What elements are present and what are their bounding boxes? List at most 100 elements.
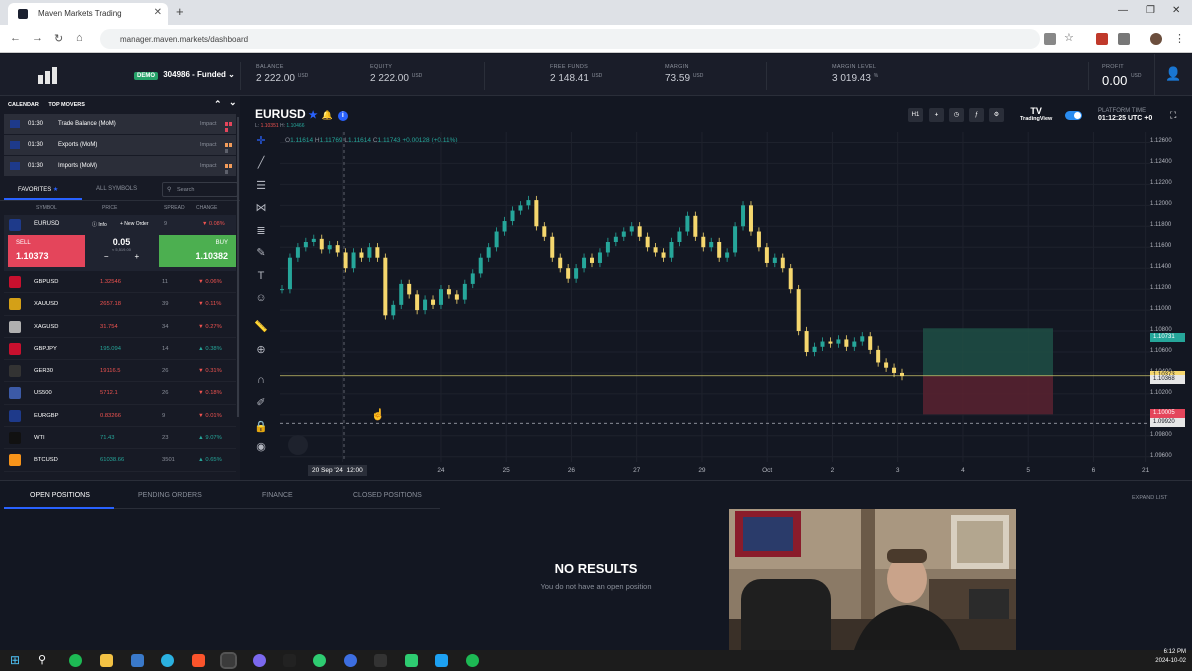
zoom-in-icon[interactable]: ⊕: [254, 343, 268, 357]
windows-start-icon[interactable]: ⊞: [10, 654, 23, 667]
tab-favorites[interactable]: FAVORITES ★: [4, 179, 82, 200]
timeframe-button[interactable]: H1: [908, 108, 923, 122]
price-chart-plot[interactable]: [280, 132, 1150, 462]
magnet-icon[interactable]: ∩: [254, 373, 268, 387]
browser-tab[interactable]: Maven Markets Trading ✕: [8, 3, 168, 25]
symbol-row[interactable]: EURGBP 0.83266 9 ▼ 0.01%: [4, 405, 236, 428]
terminal-icon[interactable]: [374, 654, 387, 667]
tradingview-app-icon[interactable]: [283, 654, 296, 667]
symbol-row[interactable]: GBPUSD 1.32546 11 ▼ 0.06%: [4, 271, 236, 294]
bookmark-star-icon[interactable]: ☆: [1064, 31, 1074, 44]
info-button[interactable]: ⓘ Info: [92, 221, 107, 228]
fullscreen-icon[interactable]: ⛶: [1170, 110, 1176, 121]
symbol-row[interactable]: WTI 71.43 23 ▲ 9.07%: [4, 427, 236, 450]
calculator-icon[interactable]: [131, 654, 144, 667]
left-panel-scrollbar[interactable]: [237, 117, 239, 417]
tab-open-positions[interactable]: OPEN POSITIONS: [30, 492, 90, 499]
time-axis[interactable]: 20 Sep '24 12:00 24 25 26 27 29 Oct 2 3 4 5 6 21: [280, 462, 1150, 480]
symbol-row[interactable]: GER30 19116.5 26 ▼ 0.31%: [4, 360, 236, 383]
edge-icon[interactable]: [161, 654, 174, 667]
horizontal-lines-icon[interactable]: ☰: [254, 179, 268, 193]
selected-symbol-row[interactable]: EURUSD ⓘ Info + New Order 9 ▼ 0.08% SELL…: [4, 215, 236, 271]
favorite-star-icon[interactable]: ★: [309, 110, 318, 121]
pitchfork-icon[interactable]: ⋈: [254, 201, 268, 215]
file-explorer-icon[interactable]: [100, 654, 113, 667]
expand-list-button[interactable]: EXPAND LIST: [1132, 495, 1167, 501]
symbol-row[interactable]: US500 5712.1 26 ▼ 0.18%: [4, 382, 236, 405]
news-row[interactable]: 01:30 Trade Balance (MoM) Impact: [4, 114, 236, 135]
alert-icon[interactable]: ◷: [949, 108, 964, 122]
tab-all-symbols[interactable]: ALL SYMBOLS: [96, 186, 137, 192]
info-icon[interactable]: i: [337, 111, 348, 121]
forward-icon[interactable]: →: [32, 32, 43, 44]
price-axis[interactable]: 1.12600 1.12400 1.12200 1.12000 1.11800 1.116…: [1150, 132, 1192, 462]
symbol-row[interactable]: XAGUSD 31.754 34 ▼ 0.27%: [4, 316, 236, 338]
maximize-icon[interactable]: ❐: [1146, 5, 1155, 16]
back-icon[interactable]: ←: [10, 32, 21, 44]
minimize-icon[interactable]: —: [1118, 5, 1128, 16]
tab-top-movers[interactable]: TOP MOVERS: [48, 102, 84, 108]
trendline-icon[interactable]: ╱: [254, 156, 268, 170]
search-icon[interactable]: ⚲: [38, 654, 51, 667]
stop-loss-zone[interactable]: [923, 375, 1053, 415]
spotify2-icon[interactable]: [466, 654, 479, 667]
tradingview-toggle[interactable]: [1065, 111, 1082, 120]
symbol-row[interactable]: BTCUSD 61038.66 3501 ▲ 0.65%: [4, 449, 236, 472]
decrease-lot-button[interactable]: −: [104, 252, 109, 261]
new-order-button[interactable]: + New Order: [120, 221, 148, 227]
alert-bell-icon[interactable]: 🔔: [322, 110, 333, 120]
buy-button[interactable]: BUY 1.10382: [159, 235, 236, 267]
text-tool-icon[interactable]: T: [254, 269, 268, 283]
sell-button[interactable]: SELL 1.10373: [8, 235, 85, 267]
tab-pending-orders[interactable]: PENDING ORDERS: [138, 492, 202, 499]
home-icon[interactable]: ⌂: [76, 32, 83, 44]
spotify-icon[interactable]: [69, 654, 82, 667]
extensions-puzzle-icon[interactable]: [1118, 33, 1130, 45]
crosshair-icon[interactable]: ✛: [254, 134, 268, 148]
signal-icon[interactable]: [344, 654, 357, 667]
news-row[interactable]: 01:30 Imports (MoM) Impact: [4, 156, 236, 177]
lock-icon[interactable]: 🔒: [254, 420, 268, 434]
symbol-change: ▲ 0.65%: [198, 457, 222, 464]
account-selector[interactable]: DEMO 304986 - Funded ⌄: [134, 70, 235, 80]
fib-retracement-icon[interactable]: ≣: [254, 224, 268, 238]
brush-icon[interactable]: ✎: [254, 246, 268, 260]
app2-icon[interactable]: [405, 654, 418, 667]
ruler-icon[interactable]: 📏: [254, 320, 268, 334]
close-window-icon[interactable]: ✕: [1172, 5, 1180, 16]
messenger-icon[interactable]: [253, 654, 266, 667]
browser-menu-icon[interactable]: ⋮: [1174, 32, 1185, 45]
reload-icon[interactable]: ↻: [54, 32, 63, 45]
new-tab-button[interactable]: +: [176, 4, 184, 19]
symbol-row[interactable]: GBPJPY 195.094 14 ▲ 0.38%: [4, 338, 236, 361]
url-field[interactable]: manager.maven.markets/dashboard: [100, 29, 1040, 49]
chrome-icon[interactable]: [220, 652, 237, 669]
lot-size-stepper[interactable]: 0.05 ≈ 5,519.00 − +: [94, 237, 149, 261]
eye-icon[interactable]: ◉: [254, 440, 268, 454]
skype-icon[interactable]: [435, 654, 448, 667]
candles-icon[interactable]: ᚐ: [929, 108, 944, 122]
install-app-icon[interactable]: [1044, 33, 1056, 45]
pencil-lock-icon[interactable]: ✐: [254, 396, 268, 410]
indicators-icon[interactable]: ƒ: [969, 108, 984, 122]
tab-finance[interactable]: FINANCE: [262, 492, 293, 499]
extension-icon[interactable]: [1096, 33, 1108, 45]
app-icon[interactable]: [313, 654, 326, 667]
symbol-row[interactable]: XAUUSD 2657.18 39 ▼ 0.11%: [4, 293, 236, 316]
taskbar-clock[interactable]: 6:12 PM 2024-10-02: [1146, 648, 1186, 666]
chevron-up-icon[interactable]: ⌃: [214, 99, 222, 110]
news-row[interactable]: 01:30 Exports (MoM) Impact: [4, 135, 236, 156]
brave-icon[interactable]: [192, 654, 205, 667]
chevron-down-icon[interactable]: ⌄: [229, 97, 237, 108]
emoji-icon[interactable]: ☺: [254, 291, 268, 305]
increase-lot-button[interactable]: +: [135, 252, 140, 261]
close-tab-icon[interactable]: ✕: [154, 7, 162, 18]
user-profile-icon[interactable]: 👤: [1154, 54, 1192, 96]
settings-gear-icon[interactable]: ⚙: [989, 108, 1004, 122]
take-profit-zone[interactable]: [923, 328, 1053, 376]
tab-calendar[interactable]: CALENDAR: [8, 102, 39, 108]
australia-flag-icon: [10, 162, 20, 170]
symbol-search-input[interactable]: ⚲ Search: [162, 182, 238, 197]
profile-avatar-icon[interactable]: [1150, 33, 1162, 45]
tab-closed-positions[interactable]: CLOSED POSITIONS: [353, 492, 422, 499]
